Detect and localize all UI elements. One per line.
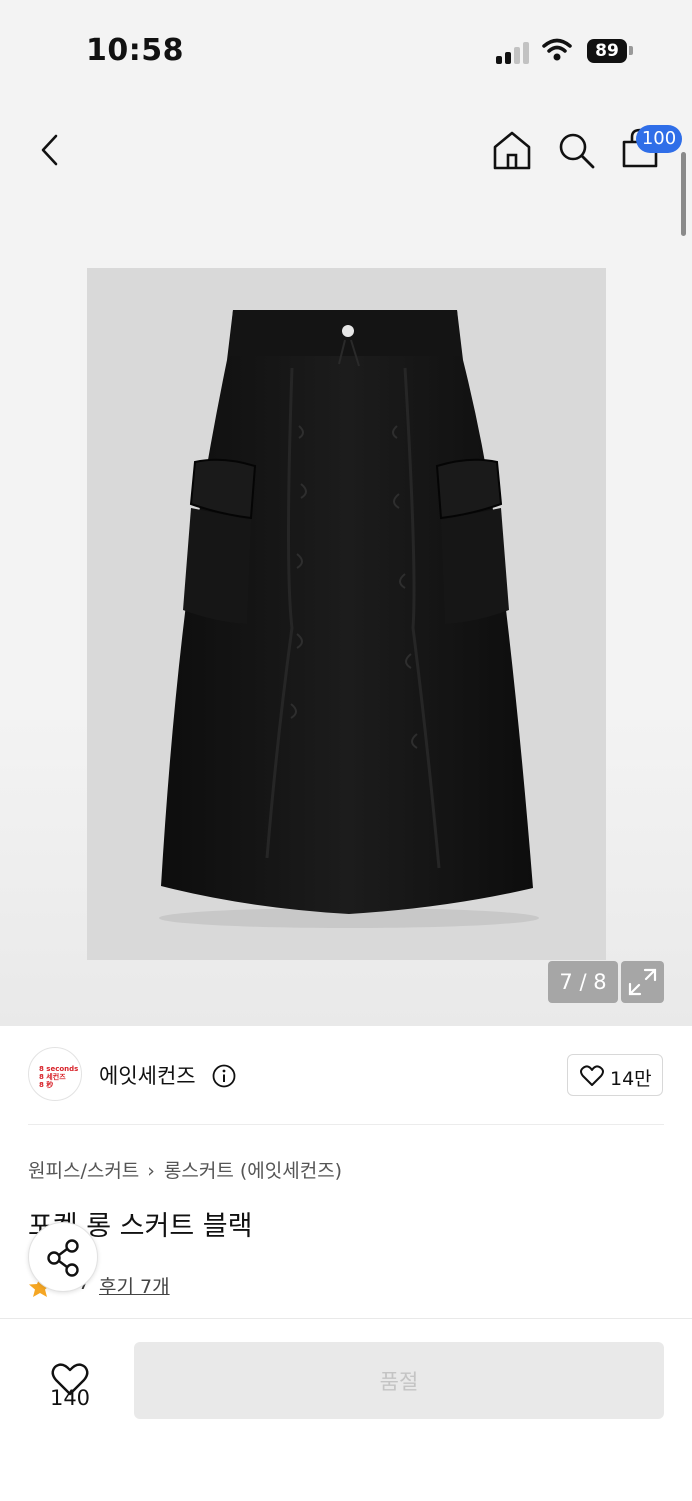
sold-out-button[interactable]: 품절 [134, 1342, 664, 1419]
breadcrumb: 원피스/스커트 › 롱스커트 (에잇세컨즈) [28, 1156, 342, 1183]
chevron-right-icon: › [147, 1160, 155, 1182]
scroll-indicator [681, 152, 686, 236]
breadcrumb-subcategory[interactable]: 롱스커트 (에잇세컨즈) [164, 1160, 342, 1182]
brand-logo[interactable]: 8 seconds 8 세컨즈 8 秒 [28, 1047, 82, 1101]
back-button[interactable] [34, 128, 68, 172]
chevron-left-icon [41, 134, 58, 166]
search-icon [559, 133, 595, 169]
share-button[interactable] [28, 1222, 98, 1292]
divider [28, 1124, 664, 1125]
review-link[interactable]: 후기 7개 [99, 1272, 170, 1299]
brand-name[interactable]: 에잇세컨즈 [99, 1060, 196, 1090]
brand-like-button[interactable]: 14만 [567, 1054, 663, 1096]
info-icon[interactable] [212, 1064, 236, 1088]
brand-logo-line: 8 세컨즈 [39, 1073, 66, 1081]
heart-icon [580, 1065, 604, 1086]
status-time: 10:58 [86, 33, 184, 68]
product-image[interactable] [87, 268, 606, 960]
like-count: 140 [49, 1386, 91, 1410]
brand-logo-line: 8 秒 [39, 1081, 54, 1089]
image-page-counter: 7 / 8 [548, 961, 618, 1003]
battery-indicator: 89 [587, 39, 627, 63]
brand-like-count: 14만 [610, 1068, 652, 1090]
battery-tip [629, 46, 633, 55]
search-button[interactable] [555, 128, 599, 172]
wifi-icon [542, 38, 572, 61]
home-icon [493, 131, 531, 170]
skirt-image [159, 310, 539, 928]
status-bar: 10:58 89 [0, 0, 692, 100]
cellular-signal-icon [496, 40, 532, 64]
cart-count-badge: 100 [636, 125, 682, 153]
expand-icon [628, 968, 657, 996]
brand-logo-line: 8 seconds [39, 1065, 79, 1073]
share-icon [47, 1239, 79, 1277]
expand-image-button[interactable] [621, 961, 664, 1003]
home-button[interactable] [490, 128, 534, 172]
breadcrumb-category[interactable]: 원피스/스커트 [28, 1160, 139, 1182]
